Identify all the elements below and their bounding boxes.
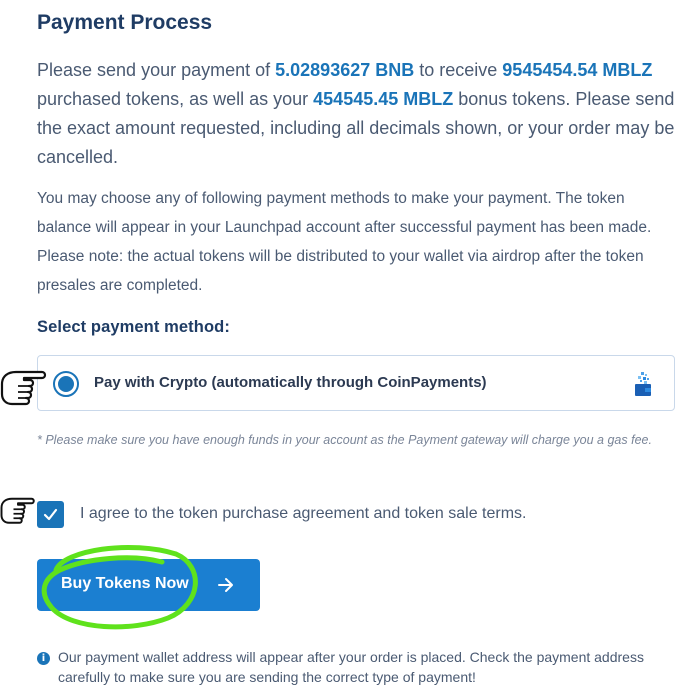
purchased-tokens: 9545454.54 MBLZ <box>502 60 653 80</box>
buy-tokens-button[interactable]: Buy Tokens Now <box>37 559 260 611</box>
payment-methods-note: You may choose any of following payment … <box>37 190 652 294</box>
checkmark-icon <box>43 508 58 521</box>
payment-instructions: Please send your payment of 5.02893627 B… <box>37 56 677 172</box>
info-icon: i <box>37 652 50 665</box>
payment-method-crypto[interactable]: Pay with Crypto (automatically through C… <box>37 355 675 411</box>
agree-terms-label[interactable]: I agree to the token purchase agreement … <box>80 505 527 523</box>
select-method-label: Select payment method: <box>37 318 230 336</box>
intro-text-2: to receive <box>414 60 503 80</box>
buy-tokens-label: Buy Tokens Now <box>61 575 189 592</box>
payment-method-label: Pay with Crypto (automatically through C… <box>94 374 487 391</box>
intro-text-1: Please send your payment of <box>37 60 276 80</box>
page-title: Payment Process <box>37 11 213 34</box>
bonus-tokens: 454545.45 MBLZ <box>313 89 454 109</box>
radio-selected-dot <box>58 376 74 392</box>
wallet-icon <box>635 372 651 396</box>
intro-text-3: purchased tokens, as well as your <box>37 89 314 109</box>
crypto-radio[interactable] <box>53 371 79 397</box>
payment-amount: 5.02893627 BNB <box>275 60 415 80</box>
agree-checkbox[interactable] <box>37 501 64 528</box>
pointing-hand-icon-2 <box>0 497 35 524</box>
arrow-right-icon <box>218 578 233 592</box>
gas-fee-note: * Please make sure you have enough funds… <box>37 433 652 447</box>
wallet-address-info: Our payment wallet address will appear a… <box>58 649 644 685</box>
